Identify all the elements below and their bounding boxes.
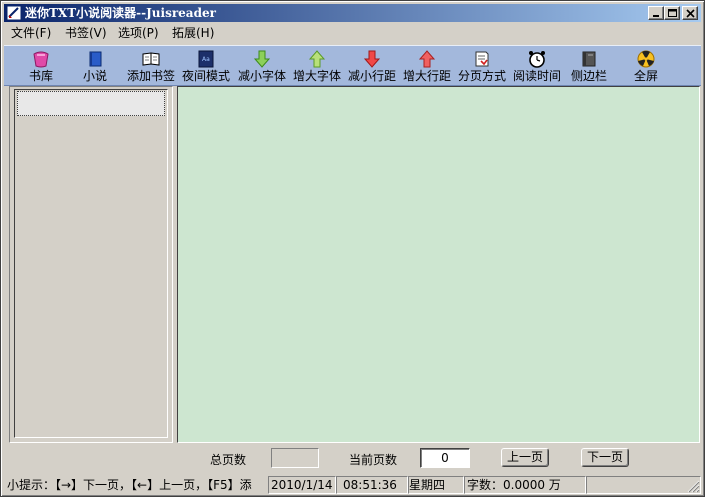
tool-novel-button[interactable]: 小说 — [76, 47, 114, 85]
current-page-input[interactable] — [420, 448, 470, 468]
status-tip: 小提示：【→】下一页，【←】上一页，【F5】添 — [7, 478, 252, 492]
close-button[interactable] — [682, 6, 698, 20]
tool-library-label: 书库 — [28, 69, 53, 83]
tool-add-bookmark-label: 添加书签 — [126, 69, 175, 83]
tool-sidebar-button[interactable]: 侧边栏 — [569, 47, 609, 85]
sidebar-panel — [9, 86, 173, 443]
status-weekday: 星期四 — [408, 476, 464, 494]
menu-file[interactable]: 文件(F) — [7, 25, 55, 42]
pager-bar: 总页数 当前页数 上一页 下一页 — [4, 445, 701, 471]
menu-bar: 文件(F) 书签(V) 选项(P) 拓展(H) — [4, 23, 701, 43]
tool-increase-line-spacing-button[interactable]: 增大行距 — [401, 47, 453, 85]
maximize-icon — [668, 9, 677, 17]
tool-increase-line-spacing-label: 增大行距 — [402, 69, 451, 83]
tool-reading-time-label: 阅读时间 — [512, 69, 561, 83]
tool-fullscreen-button[interactable]: 全屏 — [627, 47, 665, 85]
svg-text:Aa: Aa — [202, 56, 210, 63]
minimize-button[interactable] — [648, 6, 664, 20]
tool-night-mode-label: 夜间模式 — [181, 69, 230, 83]
decrease-font-arrow-icon — [253, 50, 271, 68]
increase-line-spacing-arrow-icon — [418, 50, 436, 68]
library-icon — [33, 51, 49, 68]
reading-area[interactable] — [177, 86, 700, 443]
menu-bookmark[interactable]: 书签(V) — [61, 25, 111, 42]
alarm-clock-icon — [529, 51, 545, 68]
tool-decrease-font-label: 减小字体 — [237, 69, 286, 83]
status-empty-cell — [586, 476, 701, 494]
add-bookmark-icon — [142, 52, 160, 66]
tool-pagination-button[interactable]: 分页方式 — [456, 47, 508, 85]
tool-novel-label: 小说 — [82, 69, 107, 83]
chapter-list-item[interactable] — [17, 91, 165, 116]
fullscreen-icon — [637, 50, 655, 68]
next-page-button[interactable]: 下一页 — [581, 448, 629, 467]
status-date: 2010/1/14 — [268, 476, 336, 494]
total-pages-value — [271, 448, 319, 468]
tool-decrease-font-button[interactable]: 减小字体 — [236, 47, 288, 85]
tool-fullscreen-label: 全屏 — [633, 69, 658, 83]
title-bar[interactable]: 迷你TXT小说阅读器--Juisreader — [4, 4, 701, 22]
resize-grip-icon[interactable] — [687, 480, 700, 493]
prev-page-button[interactable]: 上一页 — [501, 448, 549, 467]
total-pages-label: 总页数 — [210, 453, 247, 467]
minimize-icon — [653, 15, 659, 17]
sidebar-icon — [582, 51, 596, 67]
status-word-count: 字数：0.0000 万 — [464, 476, 586, 494]
tool-increase-font-button[interactable]: 增大字体 — [291, 47, 343, 85]
novel-book-icon — [89, 51, 102, 67]
decrease-line-spacing-arrow-icon — [363, 50, 381, 68]
tool-decrease-line-spacing-button[interactable]: 减小行距 — [346, 47, 398, 85]
tool-add-bookmark-button[interactable]: 添加书签 — [125, 47, 177, 85]
pagination-icon — [475, 51, 489, 67]
window-title: 迷你TXT小说阅读器--Juisreader — [25, 6, 216, 20]
menu-options[interactable]: 选项(P) — [114, 25, 163, 42]
chapter-list[interactable] — [14, 89, 168, 438]
tool-pagination-label: 分页方式 — [457, 69, 506, 83]
tool-sidebar-label: 侧边栏 — [570, 69, 607, 83]
tool-increase-font-label: 增大字体 — [292, 69, 341, 83]
menu-extend[interactable]: 拓展(H) — [168, 25, 218, 42]
status-bar: 小提示：【→】下一页，【←】上一页，【F5】添 2010/1/14 08:51:… — [4, 474, 701, 494]
tool-library-button[interactable]: 书库 — [22, 47, 60, 85]
maximize-button[interactable] — [664, 6, 680, 20]
app-window: 迷你TXT小说阅读器--Juisreader 文件(F) 书签(V) 选项(P)… — [0, 0, 705, 497]
app-book-icon[interactable] — [6, 5, 22, 21]
close-icon — [686, 9, 695, 18]
increase-font-arrow-icon — [308, 50, 326, 68]
tool-decrease-line-spacing-label: 减小行距 — [347, 69, 396, 83]
tool-night-mode-button[interactable]: Aa 夜间模式 — [180, 47, 232, 85]
current-page-label: 当前页数 — [349, 453, 398, 467]
toolbar: 书库 小说 添加书签 Aa 夜间模式 减小字体 增大字体 减小行距 增大行距 分… — [4, 45, 701, 86]
night-mode-icon: Aa — [198, 50, 214, 68]
status-time: 08:51:36 — [336, 476, 408, 494]
tool-reading-time-button[interactable]: 阅读时间 — [511, 47, 563, 85]
